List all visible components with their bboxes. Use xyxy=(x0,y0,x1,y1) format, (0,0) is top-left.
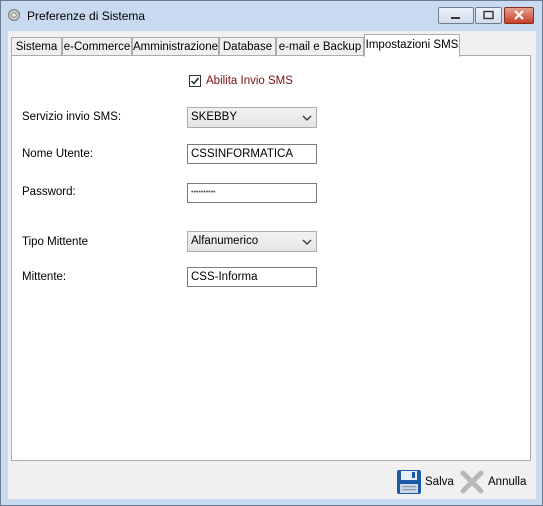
service-label: Servizio invio SMS: xyxy=(22,111,122,123)
tab-impostazioni-sms[interactable]: Impostazioni SMS xyxy=(364,34,460,57)
sender-field[interactable]: CSS-Informa xyxy=(187,267,317,287)
close-button[interactable] xyxy=(504,7,534,24)
close-icon xyxy=(514,10,524,20)
sms-settings-panel: Abilita Invio SMS Servizio invio SMS: SK… xyxy=(11,55,531,461)
chevron-down-icon xyxy=(302,115,312,121)
chevron-down-icon xyxy=(302,239,312,245)
cancel-button[interactable]: Annulla xyxy=(459,469,526,495)
preferences-window: Preferenze di Sistema Sistema e-Commerce… xyxy=(0,0,543,506)
sender-label: Mittente: xyxy=(22,271,67,283)
username-field[interactable]: CSSINFORMATICA xyxy=(187,144,317,164)
floppy-disk-icon xyxy=(397,470,421,494)
title-bar[interactable]: Preferenze di Sistema xyxy=(1,1,542,31)
enable-sms-checkbox[interactable] xyxy=(189,75,201,87)
save-label: Salva xyxy=(425,476,454,488)
service-select[interactable]: SKEBBY xyxy=(187,107,317,128)
sender-type-label: Tipo Mittente xyxy=(22,236,89,248)
tab-database[interactable]: Database xyxy=(219,37,276,56)
tab-ecommerce[interactable]: e-Commerce xyxy=(62,37,132,56)
checkmark-icon xyxy=(190,77,200,85)
window-title: Preferenze di Sistema xyxy=(27,9,146,23)
service-select-value: SKEBBY xyxy=(191,111,238,123)
tab-email-backup[interactable]: e-mail e Backup xyxy=(276,37,364,56)
tab-sistema[interactable]: Sistema xyxy=(11,37,62,56)
minimize-button[interactable] xyxy=(438,7,474,24)
gear-icon xyxy=(8,9,20,21)
minimize-icon xyxy=(451,17,460,19)
sender-type-select[interactable]: Alfanumerico xyxy=(187,231,317,252)
password-label: Password: xyxy=(22,186,76,198)
cancel-label: Annulla xyxy=(488,476,527,488)
maximize-icon xyxy=(483,10,494,20)
tab-amministrazione[interactable]: Amministrazione xyxy=(132,37,219,56)
sender-type-select-value: Alfanumerico xyxy=(191,235,259,247)
enable-sms-label[interactable]: Abilita Invio SMS xyxy=(206,75,293,87)
save-button[interactable]: Salva xyxy=(396,469,454,495)
client-area: Sistema e-Commerce Amministrazione Datab… xyxy=(8,31,536,499)
password-field[interactable]: •••••••••• xyxy=(187,183,317,203)
username-label: Nome Utente: xyxy=(22,148,93,160)
tab-strip: Sistema e-Commerce Amministrazione Datab… xyxy=(11,34,531,57)
x-cross-icon xyxy=(460,470,484,494)
maximize-button[interactable] xyxy=(475,7,502,24)
